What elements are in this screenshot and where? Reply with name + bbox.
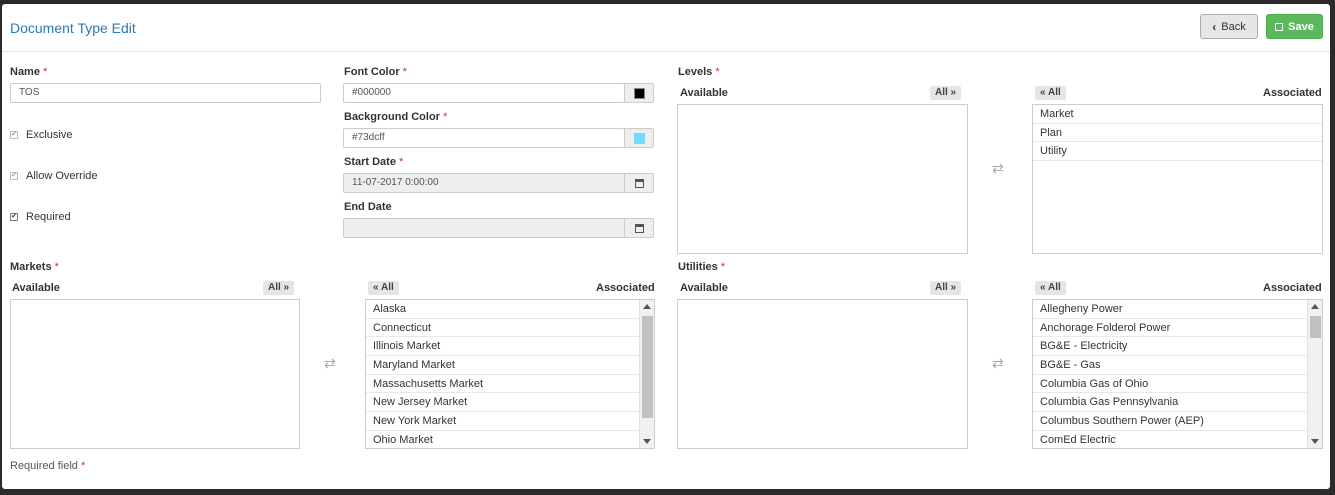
- list-item[interactable]: Columbia Gas of Ohio: [1033, 375, 1322, 394]
- scroll-down-icon[interactable]: [643, 439, 651, 444]
- utilities-available-list[interactable]: [677, 299, 968, 449]
- list-item[interactable]: Alaska: [366, 300, 654, 319]
- end-date-calendar-button[interactable]: [624, 218, 654, 238]
- page-title: Document Type Edit: [10, 20, 136, 36]
- background-color-picker[interactable]: [624, 128, 654, 148]
- utilities-move-all-right-button[interactable]: All »: [930, 281, 962, 295]
- required-field-note: Required field *: [10, 460, 86, 472]
- scrollbar[interactable]: [1307, 300, 1322, 448]
- markets-label: Markets *: [10, 261, 59, 273]
- utilities-associated-list[interactable]: Allegheny Power Anchorage Folderol Power…: [1032, 299, 1323, 449]
- utilities-label: Utilities *: [678, 261, 726, 273]
- chevron-left-icon: ‹: [1212, 19, 1217, 34]
- list-item[interactable]: Market: [1033, 105, 1322, 124]
- document-type-edit-modal: Document Type Edit ‹ Back Save Name * TO…: [2, 4, 1330, 489]
- markets-move-all-right-button[interactable]: All »: [263, 281, 295, 295]
- list-item[interactable]: Massachusetts Market: [366, 375, 654, 394]
- scrollbar-thumb[interactable]: [642, 316, 653, 418]
- end-date-label: End Date: [344, 201, 392, 213]
- scroll-up-icon[interactable]: [1311, 304, 1319, 309]
- save-button[interactable]: Save: [1266, 14, 1323, 39]
- list-item[interactable]: BG&E - Gas: [1033, 356, 1322, 375]
- markets-available-label: Available: [12, 282, 60, 294]
- list-item[interactable]: Utility: [1033, 142, 1322, 162]
- check-icon: ✔: [10, 172, 18, 180]
- exclusive-label: Exclusive: [26, 129, 73, 141]
- list-item[interactable]: Plan: [1033, 124, 1322, 143]
- markets-associated-label: Associated: [596, 282, 655, 294]
- levels-available-label: Available: [680, 87, 728, 99]
- scroll-down-icon[interactable]: [1311, 439, 1319, 444]
- scrollbar[interactable]: [639, 300, 654, 448]
- list-item[interactable]: Columbia Gas Pennsylvania: [1033, 393, 1322, 413]
- allow-override-checkbox[interactable]: ✔ Allow Override: [10, 170, 98, 182]
- exclusive-checkbox[interactable]: ✔ Exclusive: [10, 129, 72, 141]
- scroll-up-icon[interactable]: [643, 304, 651, 309]
- required-label: Required: [26, 211, 71, 223]
- start-date-input[interactable]: 11-07-2017 0:00:00: [343, 173, 625, 193]
- save-button-label: Save: [1288, 20, 1314, 33]
- markets-associated-list[interactable]: Alaska Connecticut Illinois Market Maryl…: [365, 299, 655, 449]
- levels-available-list[interactable]: [677, 104, 968, 254]
- start-date-label: Start Date *: [344, 156, 404, 168]
- calendar-icon: [634, 223, 644, 233]
- start-date-calendar-button[interactable]: [624, 173, 654, 193]
- transfer-icon[interactable]: ⇄: [992, 160, 1004, 177]
- modal-header: Document Type Edit ‹ Back Save: [2, 4, 1330, 52]
- back-button-label: Back: [1221, 20, 1246, 33]
- scrollbar-thumb[interactable]: [1310, 316, 1321, 338]
- name-input[interactable]: TOS: [10, 83, 321, 103]
- end-date-input[interactable]: [343, 218, 625, 238]
- levels-associated-label: Associated: [1263, 87, 1322, 99]
- list-item[interactable]: New Jersey Market: [366, 393, 654, 413]
- transfer-icon[interactable]: ⇄: [324, 355, 336, 372]
- transfer-icon[interactable]: ⇄: [992, 355, 1004, 372]
- list-item[interactable]: ComEd Electric: [1033, 431, 1322, 448]
- background-color-input[interactable]: #73dcff: [343, 128, 625, 148]
- list-item[interactable]: Anchorage Folderol Power: [1033, 319, 1322, 338]
- color-swatch: [633, 87, 645, 99]
- required-checkbox[interactable]: ✔ Required: [10, 211, 71, 223]
- back-button[interactable]: ‹ Back: [1200, 14, 1258, 39]
- levels-move-all-right-button[interactable]: All »: [930, 86, 962, 100]
- name-label: Name *: [10, 66, 48, 78]
- font-color-label: Font Color *: [344, 66, 407, 78]
- allow-override-label: Allow Override: [26, 170, 98, 182]
- floppy-disk-icon: [1275, 22, 1284, 31]
- required-marker: *: [43, 66, 48, 78]
- list-item[interactable]: Maryland Market: [366, 356, 654, 375]
- check-icon: ✔: [10, 213, 18, 221]
- utilities-available-label: Available: [680, 282, 728, 294]
- utilities-associated-label: Associated: [1263, 282, 1322, 294]
- list-item[interactable]: Illinois Market: [366, 337, 654, 357]
- markets-available-list[interactable]: [10, 299, 300, 449]
- levels-label: Levels *: [678, 66, 720, 78]
- font-color-picker[interactable]: [624, 83, 654, 103]
- list-item[interactable]: BG&E - Electricity: [1033, 337, 1322, 357]
- background-color-label: Background Color *: [344, 111, 448, 123]
- list-item[interactable]: Columbus Southern Power (AEP): [1033, 412, 1322, 431]
- color-swatch: [633, 132, 645, 144]
- levels-associated-list[interactable]: Market Plan Utility: [1032, 104, 1323, 254]
- font-color-input[interactable]: #000000: [343, 83, 625, 103]
- calendar-icon: [634, 178, 644, 188]
- markets-move-all-left-button[interactable]: « All: [368, 281, 399, 295]
- utilities-move-all-left-button[interactable]: « All: [1035, 281, 1066, 295]
- check-icon: ✔: [10, 131, 18, 139]
- levels-move-all-left-button[interactable]: « All: [1035, 86, 1066, 100]
- list-item[interactable]: Ohio Market: [366, 431, 654, 448]
- list-item[interactable]: Connecticut: [366, 319, 654, 338]
- list-item[interactable]: Allegheny Power: [1033, 300, 1322, 319]
- list-item[interactable]: New York Market: [366, 412, 654, 431]
